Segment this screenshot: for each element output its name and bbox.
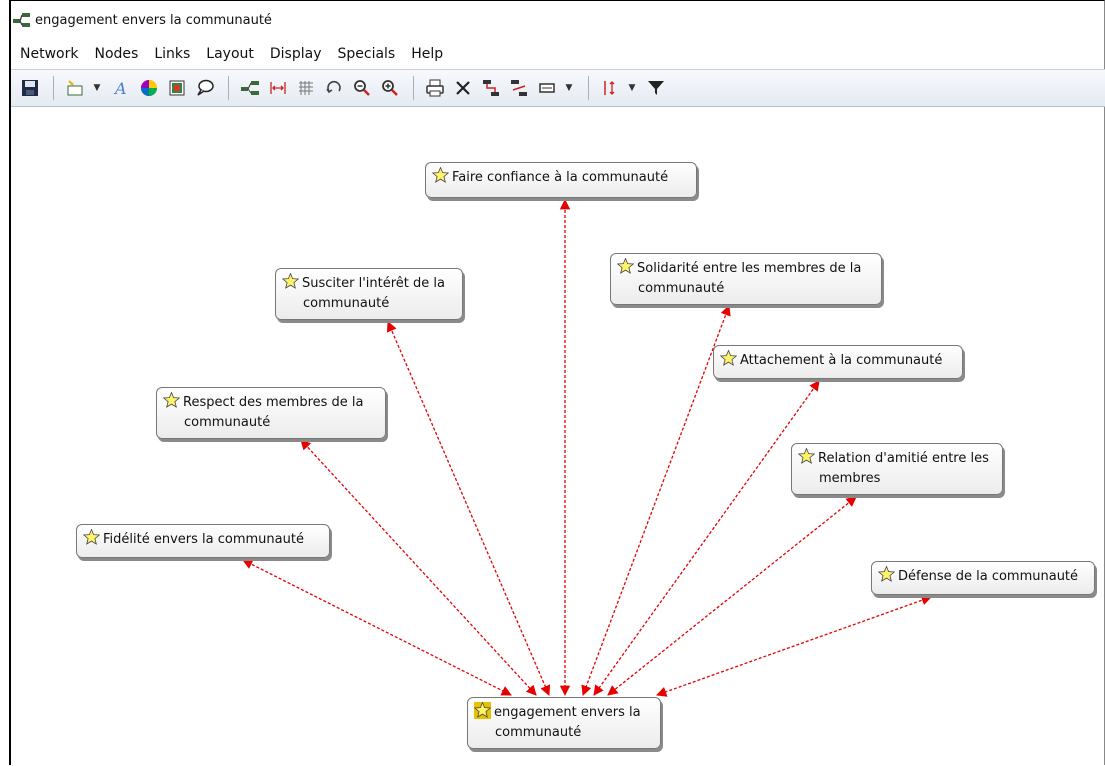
toolbar-separator <box>413 76 414 100</box>
toolbar-separator <box>228 76 229 100</box>
node-respect[interactable]: Respect des membres de la communauté <box>156 387 386 439</box>
toolbar-separator <box>53 76 54 100</box>
node-label-line2: communauté <box>184 415 271 430</box>
node-star-icon <box>83 529 100 545</box>
node-star-icon <box>878 566 895 582</box>
node-solidarite[interactable]: Solidarité entre les membres de la commun… <box>610 253 882 305</box>
undo-icon[interactable] <box>321 75 347 101</box>
node-star-icon <box>282 273 299 289</box>
node-label-line1: engagement envers la <box>494 705 641 720</box>
menu-display[interactable]: Display <box>262 46 330 62</box>
menu-specials[interactable]: Specials <box>329 46 403 62</box>
link-defense-to-center[interactable] <box>656 595 932 697</box>
chevron-down-icon[interactable]: ▼ <box>90 75 104 101</box>
node-label: Défense de la communauté <box>898 569 1079 584</box>
save-icon[interactable] <box>17 75 43 101</box>
zoom-out-icon[interactable] <box>349 75 375 101</box>
menu-bar: Network Nodes Links Layout Display Speci… <box>11 43 1104 65</box>
node-attachement[interactable]: Attachement à la communauté <box>713 345 963 379</box>
node-label-line1: Solidarité entre les membres de la <box>637 261 862 276</box>
link-fidelite-to-center[interactable] <box>242 559 512 696</box>
color-wheel-icon[interactable] <box>136 75 162 101</box>
node-label-line2: communauté <box>495 725 582 740</box>
print-icon[interactable] <box>422 75 448 101</box>
sort-icon[interactable] <box>597 75 623 101</box>
app-window: engagement envers la communauté Network … <box>9 0 1105 765</box>
svg-text:A: A <box>113 79 127 98</box>
node-label-line2: membres <box>819 471 881 486</box>
node-label-line2: communauté <box>638 281 725 296</box>
toolbar-separator <box>588 76 589 100</box>
font-icon[interactable]: A <box>108 75 134 101</box>
link-attachement-to-center[interactable] <box>593 380 820 696</box>
grid-icon[interactable] <box>293 75 319 101</box>
network-icon[interactable] <box>237 75 263 101</box>
node-defense[interactable]: Défense de la communauté <box>871 561 1095 595</box>
unlink-nodes-icon[interactable] <box>506 75 532 101</box>
node-star-icon <box>798 448 815 464</box>
node-label-line2: communauté <box>303 296 390 311</box>
node-label: Fidélité envers la communauté <box>103 532 304 547</box>
node-label-line1: Susciter l'intérêt de la <box>302 276 445 291</box>
node-susciter[interactable]: Susciter l'intérêt de la communauté <box>275 268 463 320</box>
link-nodes-icon[interactable] <box>478 75 504 101</box>
image-icon[interactable] <box>164 75 190 101</box>
link-solidarite-to-center[interactable] <box>581 305 731 696</box>
display-icon[interactable] <box>534 75 560 101</box>
network-app-icon <box>13 13 30 27</box>
node-relation[interactable]: Relation d'amitié entre les membres <box>791 443 1003 495</box>
menu-network[interactable]: Network <box>11 46 86 62</box>
menu-nodes[interactable]: Nodes <box>86 46 146 62</box>
link-relation-to-center[interactable] <box>607 496 857 696</box>
window-title: engagement envers la communauté <box>35 12 272 28</box>
comment-icon[interactable] <box>192 75 218 101</box>
title-bar: engagement envers la communauté <box>11 9 1104 31</box>
node-label: Faire confiance à la communauté <box>452 170 669 185</box>
link-respect-to-center[interactable] <box>300 439 537 696</box>
chevron-down-icon[interactable]: ▼ <box>625 75 639 101</box>
node-star-icon <box>617 258 634 274</box>
filter-icon[interactable] <box>643 75 669 101</box>
toolbar: ▼ A ▼ ▼ <box>11 69 1105 107</box>
new-node-icon[interactable] <box>62 75 88 101</box>
node-label: Attachement à la communauté <box>740 353 943 368</box>
node-fidelite[interactable]: Fidélité envers la communauté <box>76 524 330 558</box>
menu-help[interactable]: Help <box>403 46 451 62</box>
node-center-engagement[interactable]: engagement envers la communauté <box>467 697 661 749</box>
node-label-line1: Respect des membres de la <box>183 395 364 410</box>
node-star-icon <box>432 167 449 183</box>
node-star-icon <box>163 392 180 408</box>
delete-icon[interactable] <box>450 75 476 101</box>
node-star-icon-selected <box>474 702 491 719</box>
menu-links[interactable]: Links <box>146 46 198 62</box>
node-star-icon <box>720 350 737 366</box>
spread-icon[interactable] <box>265 75 291 101</box>
link-susciter-to-center[interactable] <box>386 321 551 696</box>
node-faire-confiance[interactable]: Faire confiance à la communauté <box>425 162 697 198</box>
chevron-down-icon[interactable]: ▼ <box>562 75 576 101</box>
menu-layout[interactable]: Layout <box>198 46 262 62</box>
node-label-line1: Relation d'amitié entre les <box>818 451 989 466</box>
zoom-in-icon[interactable] <box>377 75 403 101</box>
network-canvas[interactable]: Faire confiance à la communauté Solidari… <box>11 108 1105 766</box>
